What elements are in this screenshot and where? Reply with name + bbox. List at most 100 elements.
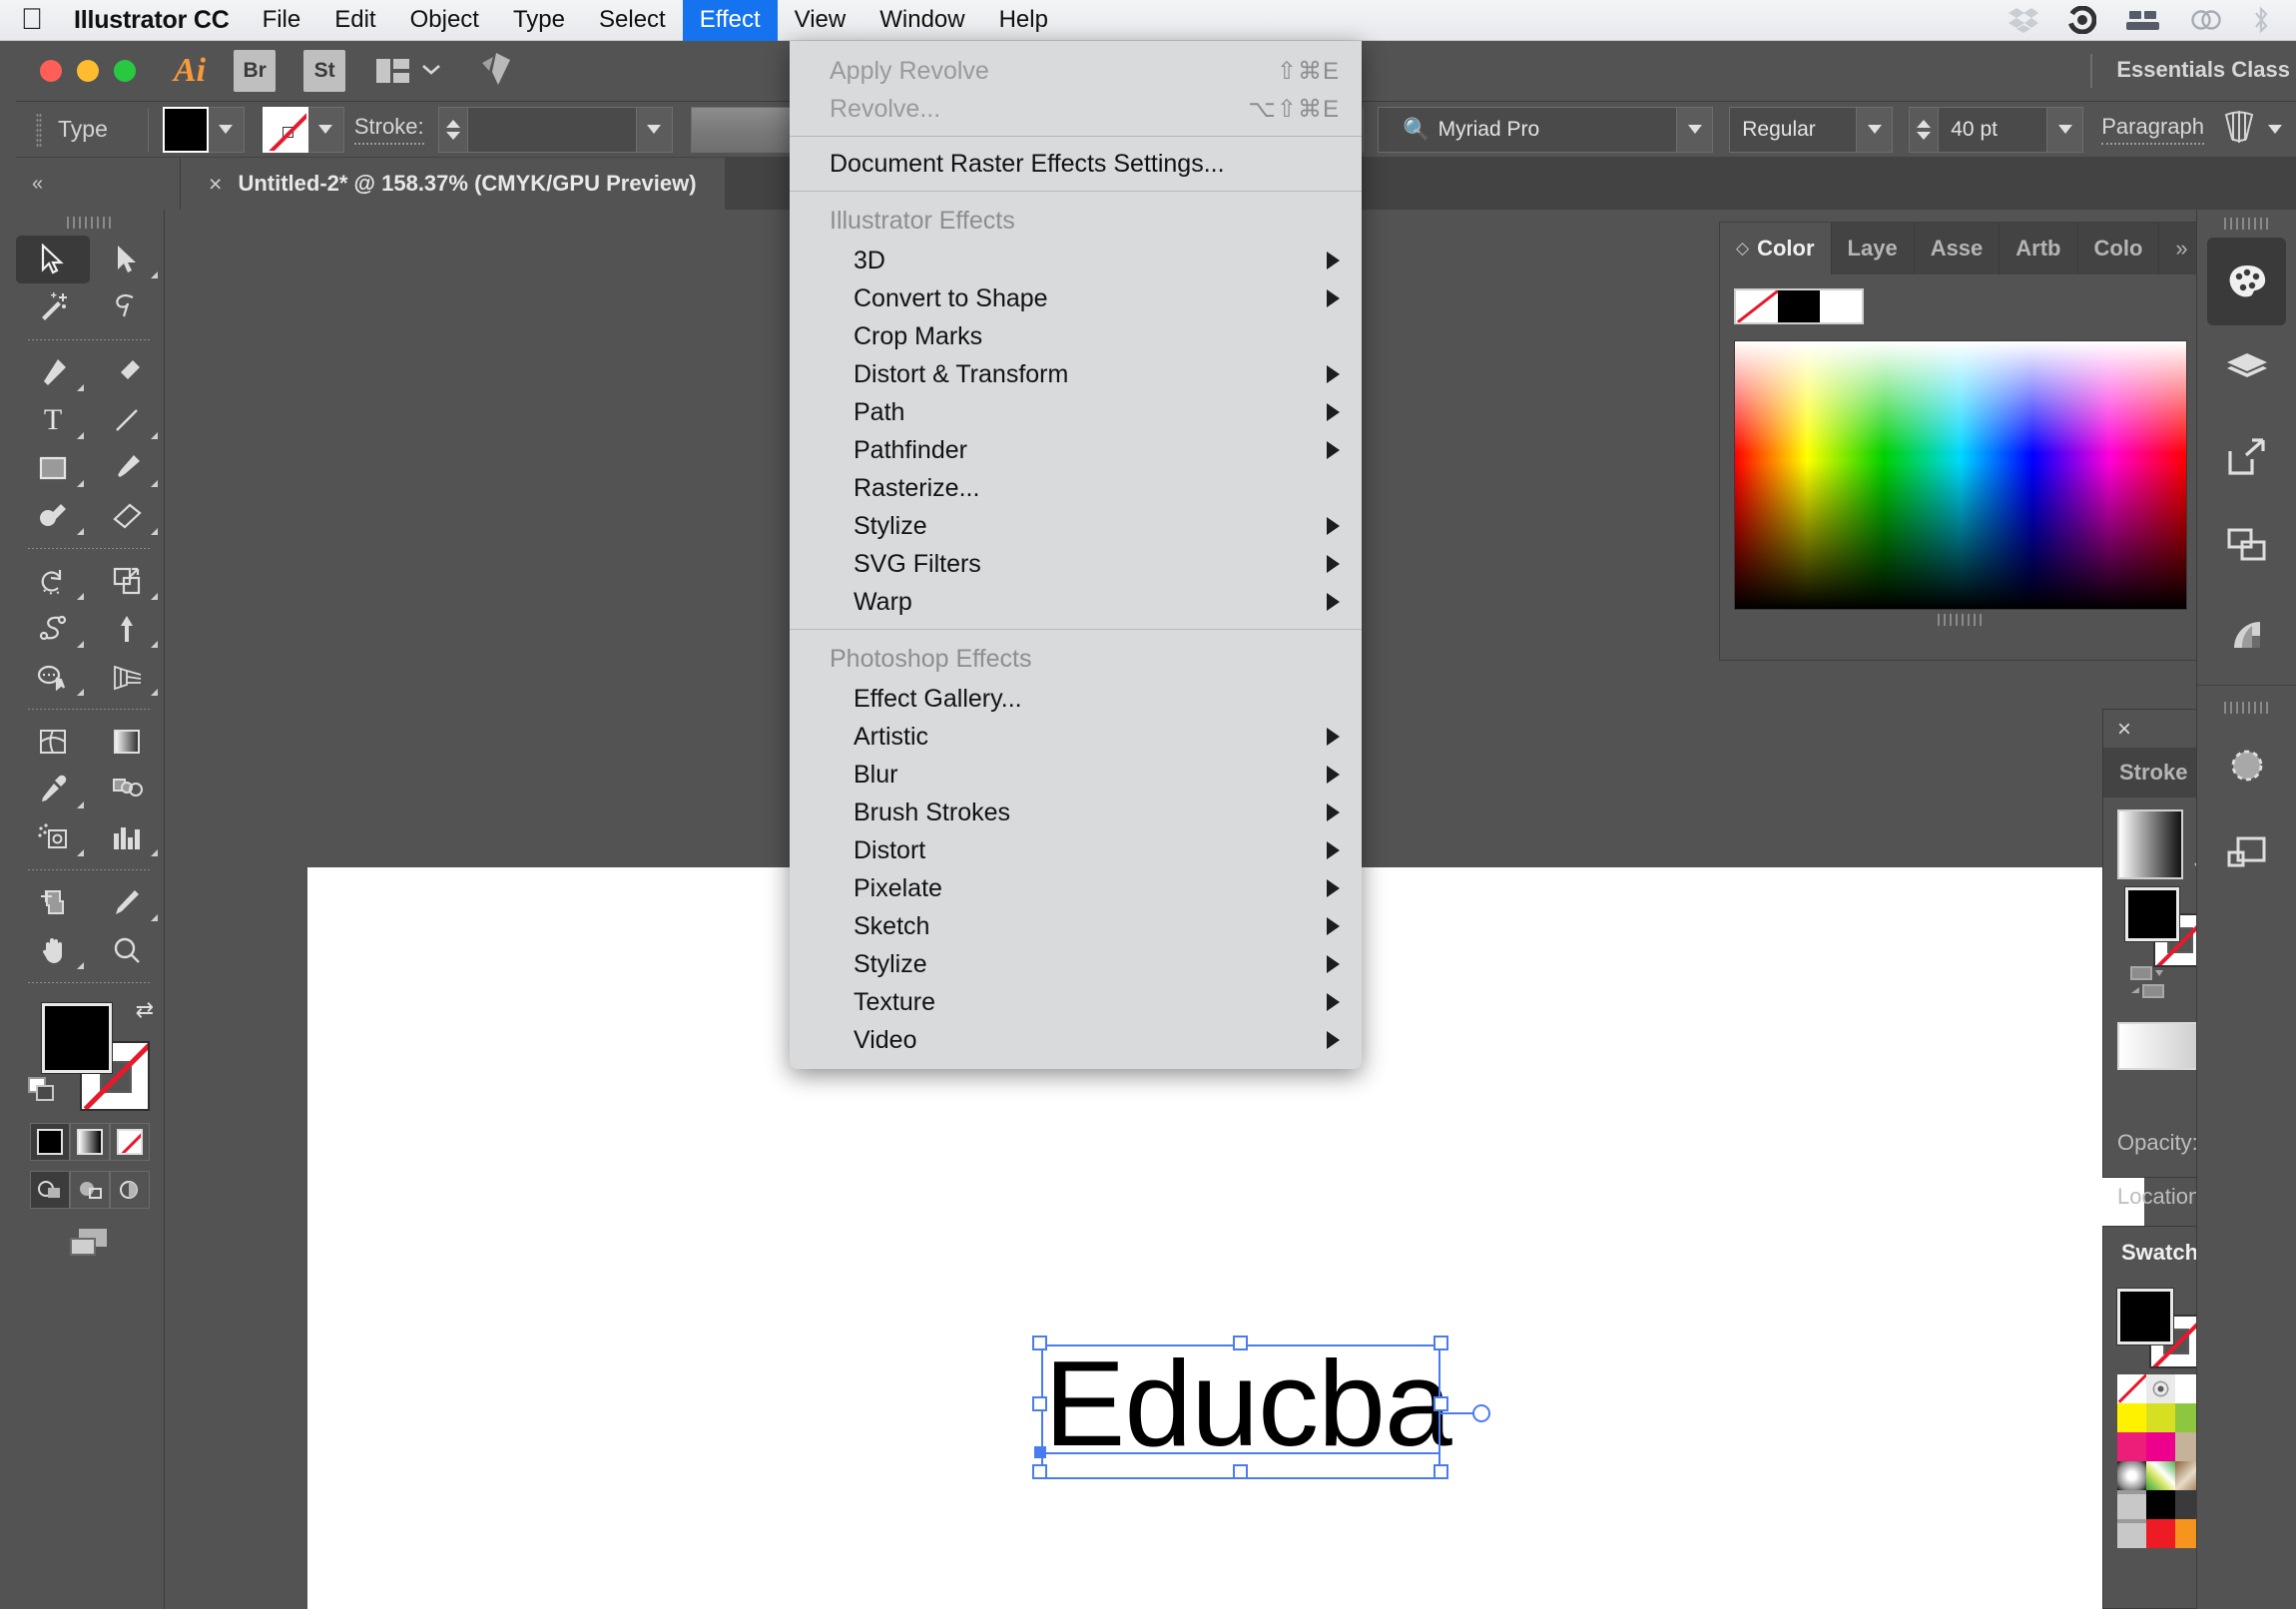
menubar-item-type[interactable]: Type — [496, 0, 582, 41]
color-swatch-black[interactable] — [1778, 290, 1820, 322]
eraser-tool[interactable] — [90, 492, 164, 540]
swatch-lime[interactable] — [2146, 1403, 2175, 1432]
transparency-panel-icon[interactable] — [2197, 809, 2296, 897]
menubar-item-window[interactable]: Window — [862, 0, 981, 41]
menu-item-3d[interactable]: 3D — [790, 242, 1362, 279]
tools-panel-grip[interactable] — [16, 210, 164, 236]
menubar-item-help[interactable]: Help — [982, 0, 1065, 41]
color-swatch-white[interactable] — [1820, 290, 1862, 322]
dropbox-icon[interactable] — [2009, 7, 2038, 33]
maximize-window-button[interactable] — [114, 60, 136, 82]
go-to-bridge-button[interactable]: Br — [234, 50, 276, 92]
type-tool[interactable]: T — [16, 396, 90, 444]
swatch-bright-red[interactable] — [2146, 1519, 2175, 1548]
close-window-button[interactable] — [40, 60, 62, 82]
menu-item-crop-marks[interactable]: Crop Marks — [790, 317, 1362, 355]
draw-inside-button[interactable] — [110, 1171, 150, 1209]
tab-stroke[interactable]: Stroke — [2103, 748, 2203, 798]
color-mode-solid-button[interactable] — [30, 1123, 70, 1161]
tab-layers[interactable]: Laye — [1832, 223, 1915, 274]
lasso-tool[interactable] — [90, 283, 164, 331]
stroke-weight-dropdown[interactable] — [637, 107, 673, 153]
menu-item-revolve[interactable]: Revolve... ⌥⇧⌘E — [790, 90, 1362, 128]
tab-artboards[interactable]: Artb — [2000, 223, 2077, 274]
swatch-radial-gradient[interactable] — [2117, 1461, 2146, 1490]
gradient-fill-proxy[interactable] — [2125, 887, 2179, 941]
menu-item-artistic[interactable]: Artistic — [790, 718, 1362, 756]
selection-tool[interactable] — [16, 236, 90, 283]
menu-item-apply-revolve[interactable]: Apply Revolve ⇧⌘E — [790, 52, 1362, 90]
adobe-stock-button[interactable]: St — [303, 50, 345, 92]
fill-dropdown-button[interactable] — [209, 107, 245, 153]
dock-grip-2[interactable] — [2197, 694, 2296, 722]
menu-item-effect-gallery[interactable]: Effect Gallery... — [790, 680, 1362, 718]
selection-handle-br[interactable] — [1434, 1464, 1448, 1479]
swatch-magenta[interactable] — [2146, 1432, 2175, 1461]
apple-menu-icon[interactable]:  — [12, 6, 52, 34]
external-drive-icon[interactable] — [2126, 8, 2160, 32]
fill-proxy-swatch[interactable] — [42, 1003, 112, 1073]
direct-selection-tool[interactable] — [90, 236, 164, 283]
arrange-documents-button[interactable] — [375, 56, 442, 86]
close-icon[interactable]: × — [209, 171, 222, 198]
stroke-color-control[interactable] — [263, 107, 344, 153]
font-size-stepper[interactable] — [1909, 107, 1938, 153]
font-size-field[interactable]: 40 pt — [1938, 107, 2047, 153]
tab-color-guide[interactable]: Colo — [2078, 223, 2160, 274]
curvature-tool[interactable] — [90, 348, 164, 396]
stroke-weight-stepper[interactable] — [438, 107, 467, 153]
swatch-pattern-leaves[interactable] — [2146, 1461, 2175, 1490]
menu-item-rasterize[interactable]: Rasterize... — [790, 469, 1362, 507]
selection-handle-ml[interactable] — [1032, 1396, 1047, 1411]
sync-icon[interactable] — [2068, 6, 2096, 34]
menu-item-blur[interactable]: Blur — [790, 756, 1362, 794]
swap-fill-stroke-icon[interactable]: ⇄ — [136, 997, 154, 1023]
menu-item-texture[interactable]: Texture — [790, 983, 1362, 1021]
text-anchor-point[interactable] — [1034, 1446, 1046, 1458]
width-tool[interactable] — [16, 605, 90, 653]
color-mode-none-button[interactable] — [110, 1123, 150, 1161]
menu-item-convert-to-shape[interactable]: Convert to Shape — [790, 279, 1362, 317]
fill-color-control[interactable] — [163, 107, 245, 153]
mesh-tool[interactable] — [16, 718, 90, 766]
swatch-yellow-2[interactable] — [2117, 1403, 2146, 1432]
menubar-item-edit[interactable]: Edit — [317, 0, 392, 41]
minimize-window-button[interactable] — [77, 60, 99, 82]
swatches-fill-proxy[interactable] — [2117, 1289, 2173, 1344]
pen-tool[interactable] — [16, 348, 90, 396]
paragraph-icon[interactable] — [2220, 109, 2258, 150]
menu-item-distort-and-transform[interactable]: Distort & Transform — [790, 355, 1362, 393]
menu-item-pathfinder[interactable]: Pathfinder — [790, 431, 1362, 469]
stroke-weight-control[interactable] — [438, 107, 673, 153]
scale-tool[interactable] — [90, 557, 164, 605]
magic-wand-tool[interactable] — [16, 283, 90, 331]
dock-grip[interactable] — [2197, 210, 2296, 238]
menubar-item-view[interactable]: View — [778, 0, 863, 41]
gradient-tool[interactable] — [90, 718, 164, 766]
menu-item-brush-strokes[interactable]: Brush Strokes — [790, 794, 1362, 831]
creative-cloud-icon[interactable] — [2190, 8, 2222, 32]
selection-handle-bc[interactable] — [1233, 1464, 1248, 1479]
swatch-group-grays-label[interactable] — [2117, 1490, 2146, 1519]
text-overflow-port-icon[interactable] — [1472, 1404, 1490, 1422]
rotate-tool[interactable] — [16, 557, 90, 605]
workspace-switcher[interactable]: Essentials Class — [2090, 54, 2296, 88]
column-graph-tool[interactable] — [90, 813, 164, 861]
gradient-preview-thumbnail[interactable] — [2117, 809, 2183, 879]
document-tab[interactable]: × Untitled-2* @ 158.37% (CMYK/GPU Previe… — [181, 158, 725, 210]
chevron-down-icon[interactable] — [2268, 125, 2282, 134]
artboard-tool[interactable] — [16, 878, 90, 926]
tab-color[interactable]: ◇ Color — [1720, 223, 1832, 274]
menu-item-stylize-photoshop[interactable]: Stylize — [790, 945, 1362, 983]
paragraph-panel-link[interactable]: Paragraph — [2101, 114, 2204, 145]
shaper-tool[interactable] — [16, 492, 90, 540]
default-fill-stroke-icon[interactable] — [28, 1077, 62, 1112]
perspective-grid-tool[interactable] — [90, 653, 164, 701]
swatch-none[interactable] — [2117, 1374, 2146, 1403]
swatch-pink[interactable] — [2117, 1432, 2146, 1461]
cmyk-color-spectrum[interactable] — [1734, 340, 2187, 610]
font-family-dropdown[interactable] — [1677, 107, 1713, 153]
asset-export-panel-icon[interactable] — [2197, 413, 2296, 501]
font-family-control[interactable]: 🔍 Myriad Pro — [1378, 107, 1713, 153]
menubar-item-file[interactable]: File — [246, 0, 318, 41]
